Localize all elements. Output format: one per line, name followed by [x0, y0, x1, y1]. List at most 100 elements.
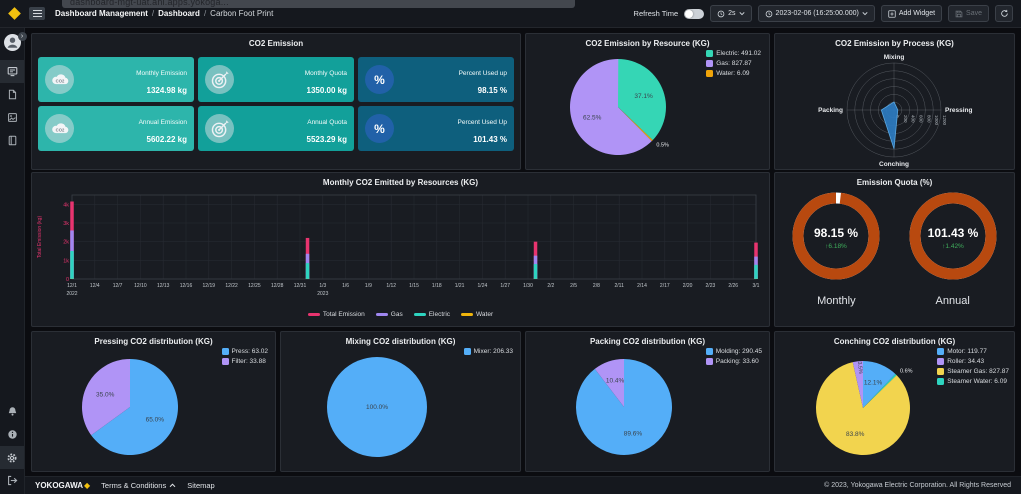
svg-text:4k: 4k: [63, 202, 69, 208]
stat-value: 1324.98 kg: [147, 86, 187, 95]
panel-title: CO2 Emission by Resource (KG): [526, 34, 769, 48]
sidebar-item-notifications[interactable]: [0, 400, 24, 423]
gear-icon: [6, 452, 18, 464]
svg-text:2/17: 2/17: [660, 283, 670, 289]
legend-item[interactable]: Electric: 491.02: [706, 50, 761, 57]
stat-label: Monthly Emission: [136, 70, 187, 77]
sidebar-item-info[interactable]: [0, 423, 24, 446]
legend-item[interactable]: Total Emission: [308, 311, 365, 318]
svg-text:2022: 2022: [66, 291, 77, 297]
svg-text:Mixing: Mixing: [884, 54, 905, 61]
legend-swatch-icon: [706, 348, 713, 355]
svg-text:12/4: 12/4: [90, 283, 100, 289]
sidebar-item-reports[interactable]: [0, 106, 24, 129]
sitemap-link[interactable]: Sitemap: [187, 481, 215, 490]
svg-text:Pressing: Pressing: [945, 107, 972, 114]
stat-label: Percent Used up: [459, 70, 507, 77]
sidebar-item-logout[interactable]: [0, 469, 24, 492]
legend-item[interactable]: Steamer Gas: 827.87: [937, 368, 1009, 375]
panel-title: Mixing CO2 distribution (KG): [281, 332, 520, 346]
terms-link[interactable]: Terms & Conditions: [101, 481, 176, 490]
user-avatar[interactable]: ›: [4, 34, 21, 51]
menu-icon[interactable]: [29, 7, 45, 20]
stat-card-annual-quota: Annual Quota5523.29 kg: [198, 106, 354, 151]
stat-label: Annual Emission: [139, 119, 187, 126]
panel-title: CO2 Emission: [32, 34, 520, 48]
legend-item[interactable]: Water: 6.09: [706, 70, 761, 77]
footer-brand-text: YOKOGAWA: [35, 481, 83, 490]
donut-annual: 101.43 %↑1.42% Annual: [898, 188, 1008, 307]
save-label: Save: [966, 10, 982, 17]
svg-text:65.0%: 65.0%: [146, 417, 165, 424]
stat-card-monthly-quota: Monthly Quota1350.00 kg: [198, 57, 354, 102]
panel-title: Packing CO2 distribution (KG): [526, 332, 769, 346]
svg-text:1/9: 1/9: [365, 283, 372, 289]
resource-pie-legend: Electric: 491.02 Gas: 827.87 Water: 6.09: [706, 50, 761, 77]
legend-swatch-icon: [937, 358, 944, 365]
bell-icon: [7, 406, 18, 417]
sidebar-item-documents[interactable]: [0, 83, 24, 106]
sidebar-nav: [0, 60, 24, 152]
legend-swatch-icon: [937, 378, 944, 385]
legend-swatch-icon: [937, 348, 944, 355]
legend-item[interactable]: Packing: 33.60: [706, 358, 762, 365]
legend-item[interactable]: Molding: 290.45: [706, 348, 762, 355]
donut-gauge: 101.43 %↑1.42%: [898, 188, 1008, 288]
legend-item[interactable]: Motor: 119.77: [937, 348, 1009, 355]
legend-item[interactable]: Mixer: 206.33: [464, 348, 513, 355]
legend-swatch-icon: [461, 313, 473, 316]
legend-label: Total Emission: [323, 311, 365, 318]
svg-text:1/15: 1/15: [409, 283, 419, 289]
sidebar-item-settings[interactable]: [0, 446, 24, 469]
yokogawa-diamond-icon: ◆: [84, 481, 90, 490]
legend-item[interactable]: Press: 63.02: [222, 348, 269, 355]
packing-pie-panel: Packing CO2 distribution (KG) 89.6%10.4%…: [525, 331, 770, 472]
stat-card-monthly-emission: CO2 Monthly Emission1324.98 kg: [38, 57, 194, 102]
donut-label: Annual: [898, 295, 1008, 307]
dashboard-icon: [7, 66, 18, 77]
svg-text:1/24: 1/24: [478, 283, 488, 289]
legend-label: Water: [476, 311, 493, 318]
pressing-pie-legend: Press: 63.02 Filter: 33.88: [222, 348, 269, 365]
svg-text:800: 800: [926, 115, 931, 123]
sidebar-item-dashboard[interactable]: [0, 60, 24, 83]
svg-text:2/26: 2/26: [728, 283, 738, 289]
refresh-icon: [1000, 9, 1009, 18]
breadcrumb-subsection[interactable]: Dashboard: [158, 9, 200, 18]
file-icon: [7, 89, 18, 100]
svg-text:2/20: 2/20: [683, 283, 693, 289]
svg-text:12/28: 12/28: [271, 283, 284, 289]
legend-item[interactable]: Filter: 33.88: [222, 358, 269, 365]
browser-tab-remnant: dashboard-mgt-uat.ani.apps.yokoga...: [62, 0, 575, 8]
sidebar-item-logbook[interactable]: [0, 129, 24, 152]
legend-item[interactable]: Gas: [376, 311, 403, 318]
interval-select[interactable]: 2s: [710, 5, 751, 22]
legend-swatch-icon: [308, 313, 320, 316]
breadcrumb-section[interactable]: Dashboard Management: [55, 9, 148, 18]
svg-text:101.43 %: 101.43 %: [927, 226, 978, 240]
add-widget-button[interactable]: Add Widget: [881, 5, 942, 22]
svg-text:100.0%: 100.0%: [366, 404, 388, 411]
stat-label: Percent Used Up: [458, 119, 508, 126]
legend-item[interactable]: Steamer Water: 6.09: [937, 378, 1009, 385]
legend-item[interactable]: Roller: 34.43: [937, 358, 1009, 365]
breadcrumb-separator: /: [152, 9, 154, 18]
sidebar: ›: [0, 28, 25, 494]
packing-pie-legend: Molding: 290.45 Packing: 33.60: [706, 348, 762, 365]
legend-item[interactable]: Gas: 827.87: [706, 60, 761, 67]
stat-card-annual-percent: % Percent Used Up101.43 %: [358, 106, 514, 151]
legend-label: Steamer Gas: 827.87: [947, 368, 1009, 375]
donut-gauge: 98.15 %↑6.18%: [781, 188, 891, 288]
interval-value: 2s: [728, 10, 735, 17]
save-button[interactable]: Save: [948, 5, 989, 22]
legend-label: Electric: [429, 311, 450, 318]
datetime-select[interactable]: 2023-02-06 (16:25:00.000): [758, 5, 875, 22]
refresh-button[interactable]: [995, 5, 1013, 22]
sidebar-expand-arrow[interactable]: ›: [18, 32, 27, 41]
legend-item[interactable]: Electric: [414, 311, 450, 318]
refresh-time-toggle[interactable]: [684, 9, 704, 19]
legend-item[interactable]: Water: [461, 311, 493, 318]
percent-icon: %: [365, 65, 394, 94]
legend-label: Electric: 491.02: [716, 50, 761, 57]
svg-text:2/5: 2/5: [570, 283, 577, 289]
